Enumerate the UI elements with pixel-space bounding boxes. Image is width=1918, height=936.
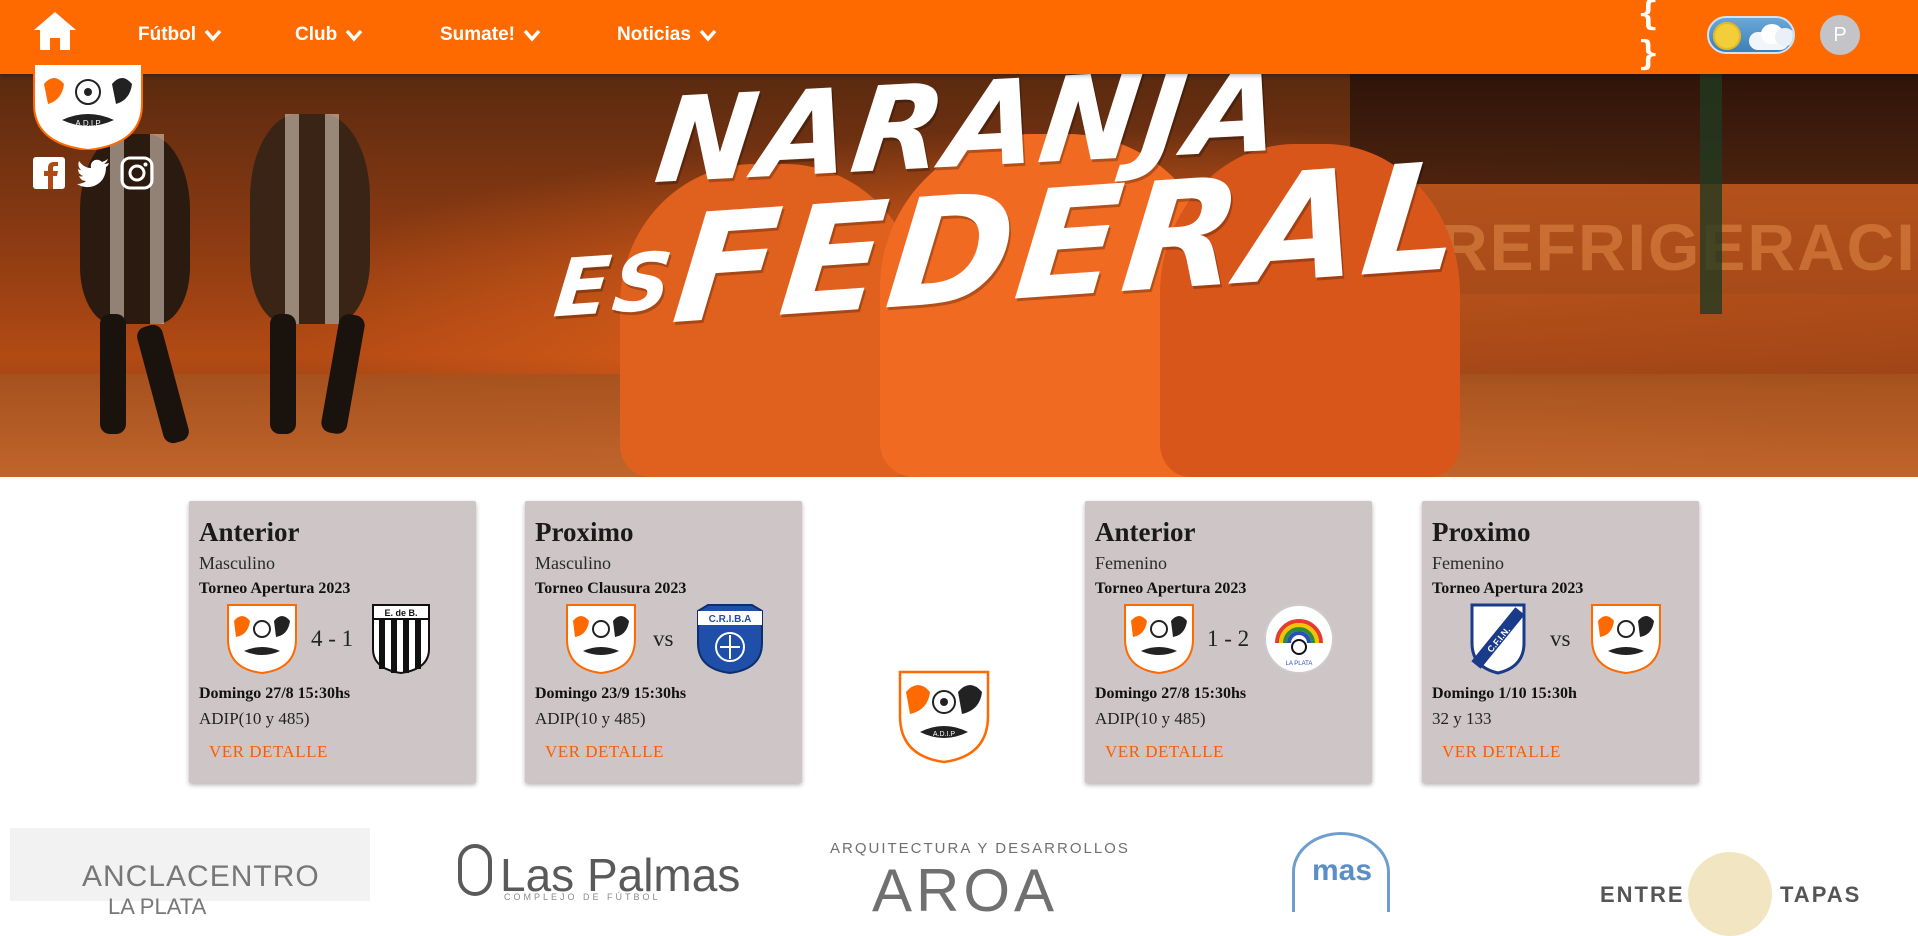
- nav-club-label: Club: [295, 24, 338, 45]
- svg-text:E. de B.: E. de B.: [384, 608, 417, 618]
- match-date: Domingo 27/8 15:30hs: [199, 685, 351, 702]
- card-category: Masculino: [199, 553, 275, 573]
- nav-futbol-label: Fútbol: [138, 24, 197, 45]
- chevron-down-icon: [204, 29, 222, 42]
- svg-text:A.D.I.P: A.D.I.P: [75, 119, 100, 128]
- hero-background-text: REFRIGERACIO AGRO: [1440, 210, 1918, 284]
- instagram-icon[interactable]: [120, 156, 154, 190]
- nav-futbol[interactable]: Fútbol: [138, 0, 222, 70]
- sponsor-entre-tapas-b[interactable]: TAPAS: [1780, 882, 1861, 908]
- opponent-crest-cfin: C.F.I.N.: [1470, 603, 1526, 675]
- sponsor-anclacentro-sub: LA PLATA: [108, 894, 207, 919]
- nav-noticias[interactable]: Noticias: [617, 0, 717, 70]
- svg-text:A.D.I.P: A.D.I.P: [933, 731, 956, 738]
- card-title: Proximo: [535, 517, 634, 547]
- card-title: Anterior: [1095, 517, 1196, 547]
- sponsor-mas[interactable]: mas: [1312, 854, 1372, 888]
- match-vs: vs: [653, 626, 674, 651]
- svg-text:LA PLATA: LA PLATA: [1286, 661, 1313, 667]
- card-tournament: Torneo Apertura 2023: [199, 580, 351, 597]
- card-tournament: Torneo Apertura 2023: [1095, 580, 1247, 597]
- sponsor-anclacentro[interactable]: ANCLACENTRO: [82, 860, 320, 894]
- match-venue: ADIP(10 y 485): [535, 709, 646, 728]
- club-logo[interactable]: A.D.I.P: [32, 64, 144, 150]
- card-title: Proximo: [1432, 517, 1531, 547]
- ver-detalle-link[interactable]: VER DETALLE: [1442, 742, 1561, 762]
- sponsor-entre-tapas-logo: [1688, 852, 1772, 936]
- twitter-icon[interactable]: [76, 156, 110, 190]
- facebook-icon[interactable]: [32, 156, 66, 190]
- nav-noticias-label: Noticias: [617, 24, 691, 45]
- adip-crest: [227, 604, 297, 675]
- match-card-prev-men: Anterior Masculino Torneo Apertura 2023 …: [189, 501, 476, 783]
- nav-sumate[interactable]: Sumate!: [440, 0, 541, 70]
- theme-toggle[interactable]: [1707, 16, 1795, 54]
- club-logo-center: A.D.I.P: [898, 670, 990, 764]
- sponsor-aroa[interactable]: AROA: [872, 856, 1058, 925]
- card-category: Masculino: [535, 553, 611, 573]
- match-venue: 32 y 133: [1432, 709, 1492, 728]
- card-tournament: Torneo Apertura 2023: [1432, 580, 1584, 597]
- chevron-down-icon: [523, 29, 541, 42]
- player-figure: [250, 114, 370, 324]
- match-card-next-men: Proximo Masculino Torneo Clausura 2023 v…: [525, 501, 802, 783]
- match-venue: ADIP(10 y 485): [1095, 709, 1206, 728]
- home-icon[interactable]: [32, 10, 78, 52]
- adip-crest: [566, 604, 636, 675]
- social-links: [32, 156, 154, 190]
- nav-club[interactable]: Club: [295, 0, 363, 70]
- match-card-prev-women: Anterior Femenino Torneo Apertura 2023 1…: [1085, 501, 1372, 783]
- ver-detalle-link[interactable]: VER DETALLE: [209, 742, 328, 762]
- match-venue: ADIP(10 y 485): [199, 709, 310, 728]
- match-date: Domingo 1/10 15:30h: [1432, 685, 1577, 702]
- sponsor-las-palmas-logo: [458, 844, 492, 896]
- hero-banner: REFRIGERACIO AGRO NARANJA ESFEDERAL: [0, 74, 1918, 477]
- match-date: Domingo 23/9 15:30hs: [535, 685, 687, 702]
- ver-detalle-link[interactable]: VER DETALLE: [545, 742, 664, 762]
- match-score: 4 - 1: [311, 626, 354, 651]
- sponsor-entre-tapas-a[interactable]: ENTRE: [1600, 882, 1685, 908]
- chevron-down-icon: [699, 29, 717, 42]
- svg-text:C.R.I.B.A: C.R.I.B.A: [709, 614, 752, 625]
- avatar[interactable]: P: [1820, 15, 1860, 55]
- adip-crest: [1591, 604, 1661, 675]
- match-vs: vs: [1550, 626, 1571, 651]
- navbar: Fútbol Club Sumate! Noticias { } P: [0, 0, 1918, 74]
- card-category: Femenino: [1432, 553, 1504, 573]
- card-tournament: Torneo Clausura 2023: [535, 580, 687, 597]
- opponent-crest-criba: C.R.I.B.A: [697, 604, 763, 675]
- card-title: Anterior: [199, 517, 300, 547]
- adip-crest: [1124, 604, 1194, 675]
- opponent-crest-edeb: E. de B.: [372, 604, 430, 675]
- match-card-next-women: Proximo Femenino Torneo Apertura 2023 C.…: [1422, 501, 1699, 783]
- nav-sumate-label: Sumate!: [440, 24, 515, 45]
- chevron-down-icon: [345, 29, 363, 42]
- match-score: 1 - 2: [1207, 626, 1250, 651]
- hero-title-es: ES: [550, 234, 680, 336]
- code-braces-icon[interactable]: { }: [1638, 0, 1682, 74]
- sponsor-aroa-sub: ARQUITECTURA Y DESARROLLOS: [830, 840, 1130, 857]
- sponsors-strip: ANCLACENTRO LA PLATA Las Palmas COMPLEJO…: [0, 808, 1918, 936]
- hero-title: NARANJA ESFEDERAL: [550, 74, 1472, 358]
- card-category: Femenino: [1095, 553, 1167, 573]
- ver-detalle-link[interactable]: VER DETALLE: [1105, 742, 1224, 762]
- opponent-crest-la-plata: LA PLATA: [1264, 604, 1334, 674]
- sun-icon: [1713, 22, 1741, 50]
- match-date: Domingo 27/8 15:30hs: [1095, 685, 1247, 702]
